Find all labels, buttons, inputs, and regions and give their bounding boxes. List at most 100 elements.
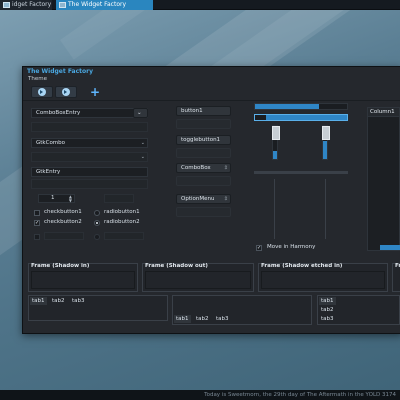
combobox-label: ComboBox — [181, 165, 211, 171]
taskbar: idget Factory The Widget Factory — [0, 0, 400, 10]
tab-3[interactable]: tab3 — [319, 315, 336, 323]
radiobutton2-circle[interactable] — [94, 220, 100, 226]
checkbutton-disabled-label — [44, 232, 84, 240]
checkbutton1-label: checkbutton1 — [44, 209, 82, 215]
tab-1[interactable]: tab1 — [319, 297, 336, 305]
spin-value: 1 — [51, 195, 55, 201]
chevron-down-icon: ⌄ — [140, 140, 145, 146]
frame-inner — [261, 271, 385, 289]
window-title: The Widget Factory — [27, 68, 94, 75]
tab-1[interactable]: tab1 — [30, 297, 47, 305]
vscale-disabled-1 — [274, 179, 275, 239]
hscale-disabled — [254, 171, 348, 174]
comboboxentry-value: ComboBoxEntry — [36, 110, 81, 116]
taskbar-item-widget-factory-active[interactable]: The Widget Factory — [56, 0, 153, 10]
tab-1[interactable]: tab1 — [174, 315, 191, 323]
hscale-1-fill — [255, 104, 320, 109]
vscale-2-fill — [323, 140, 327, 159]
gtkentry-value: GtkEntry — [36, 169, 61, 175]
treeview-column-header[interactable]: Column1 — [368, 108, 399, 117]
move-in-harmony-checkbox[interactable]: ✓ — [256, 245, 262, 251]
frame-title: Frame (Shadow etched in) — [261, 263, 343, 269]
spinbutton-disabled — [104, 194, 134, 203]
tab-2[interactable]: tab2 — [50, 297, 67, 305]
chevron-down-icon: ⌄ — [140, 154, 145, 160]
task-label: The Widget Factory — [68, 1, 127, 8]
vscale-1-knob[interactable] — [272, 126, 280, 140]
radiobutton1-circle[interactable] — [94, 210, 100, 216]
notebook-tabs-top: tab1 tab2 tab3 — [28, 295, 168, 321]
gtkentry-field[interactable]: GtkEntry — [31, 167, 148, 177]
tab-3[interactable]: tab3 — [70, 297, 87, 305]
tab-2[interactable]: tab2 — [319, 306, 336, 314]
updown-icon: ⇳ — [223, 165, 228, 171]
optionmenu-disabled — [176, 207, 231, 217]
checkbutton1-box[interactable] — [34, 210, 40, 216]
checkbutton2-box[interactable]: ✓ — [34, 220, 40, 226]
frame-title: Frame (Shadow in) — [31, 263, 90, 269]
frame-title: Fr — [395, 263, 400, 269]
hscale-1[interactable] — [254, 103, 348, 110]
tab-2[interactable]: tab2 — [194, 315, 211, 323]
status-bar: Today is Sweetmorn, the 29th day of The … — [0, 390, 400, 400]
vscale-2-knob[interactable] — [322, 126, 330, 140]
frame-shadow-etched-out: Fr — [392, 263, 400, 292]
chevron-down-icon: ⌄ — [137, 110, 142, 116]
optionmenu-label: OptionMenu — [181, 196, 215, 202]
widget-factory-window: The Widget Factory Theme + ComboBoxEntry… — [22, 66, 400, 334]
toolbar-separator — [23, 100, 400, 101]
tab-3[interactable]: tab3 — [214, 315, 231, 323]
togglebutton-disabled — [176, 148, 231, 158]
status-text: Today is Sweetmorn, the 29th day of The … — [204, 392, 396, 398]
add-icon: + — [89, 85, 101, 99]
gtkcombo-disabled: ⌄ — [31, 152, 148, 162]
checkbutton-disabled — [34, 234, 40, 240]
button1-label: button1 — [181, 108, 203, 114]
button-disabled — [176, 119, 231, 129]
vscale-1-fill — [273, 150, 277, 159]
vscale-1[interactable] — [272, 125, 280, 160]
task-label: idget Factory — [12, 1, 52, 8]
notebook-tabs-bottom: tab1 tab2 tab3 — [172, 295, 312, 325]
frame-inner — [31, 271, 135, 289]
media-previous-icon — [38, 88, 46, 96]
frame-shadow-etched-in: Frame (Shadow etched in) — [258, 263, 388, 292]
togglebutton1[interactable]: togglebutton1 — [176, 135, 231, 145]
spinbutton[interactable]: 1 ▲ ▼ — [38, 194, 75, 203]
radiobutton1-label: radiobutton1 — [104, 209, 140, 215]
toolbar-rewind-button[interactable] — [55, 86, 77, 98]
window-icon — [3, 2, 10, 8]
radiobutton-disabled-label — [104, 232, 144, 240]
optionmenu[interactable]: OptionMenu ⇳ — [176, 194, 231, 204]
gtkcombo-field[interactable]: GtkCombo ⌄ — [31, 138, 148, 148]
frame-shadow-out: Frame (Shadow out) — [142, 263, 254, 292]
move-in-harmony-label: Move in Harmony — [267, 244, 316, 250]
updown-icon: ⇳ — [223, 196, 228, 202]
spin-arrows-icon[interactable]: ▲ ▼ — [69, 195, 72, 203]
comboboxentry-disabled — [31, 122, 148, 132]
vscale-disabled-2 — [325, 179, 326, 239]
taskbar-item-widget-factory[interactable]: idget Factory — [0, 0, 52, 10]
checkbutton2-label: checkbutton2 — [44, 219, 82, 225]
combobox-disabled — [176, 176, 231, 186]
media-rewind-icon — [62, 88, 70, 96]
treeview-scroll-indicator[interactable] — [380, 245, 400, 250]
notebook-tabs-left: tab1 tab2 tab3 — [317, 295, 400, 325]
checkmark-icon: ✓ — [35, 220, 40, 226]
comboboxentry-field[interactable]: ComboBoxEntry — [31, 108, 148, 118]
vscale-2[interactable] — [322, 125, 330, 160]
frame-shadow-in: Frame (Shadow in) — [28, 263, 138, 292]
gtkcombo-value: GtkCombo — [36, 140, 66, 146]
combobox[interactable]: ComboBox ⇳ — [176, 163, 231, 173]
button1[interactable]: button1 — [176, 106, 231, 116]
radiobutton-disabled — [94, 234, 100, 240]
toolbar-previous-button[interactable] — [31, 86, 53, 98]
frame-inner — [145, 271, 251, 289]
treeview[interactable]: Column1 — [367, 107, 400, 251]
checkmark-icon: ✓ — [257, 245, 262, 251]
gtkentry-disabled — [31, 179, 148, 189]
menu-theme[interactable]: Theme — [28, 76, 47, 82]
toolbar-add-button[interactable]: + — [85, 86, 105, 98]
hscale-2[interactable] — [254, 114, 348, 121]
comboboxentry-dropdown-button[interactable]: ⌄ — [133, 108, 148, 118]
